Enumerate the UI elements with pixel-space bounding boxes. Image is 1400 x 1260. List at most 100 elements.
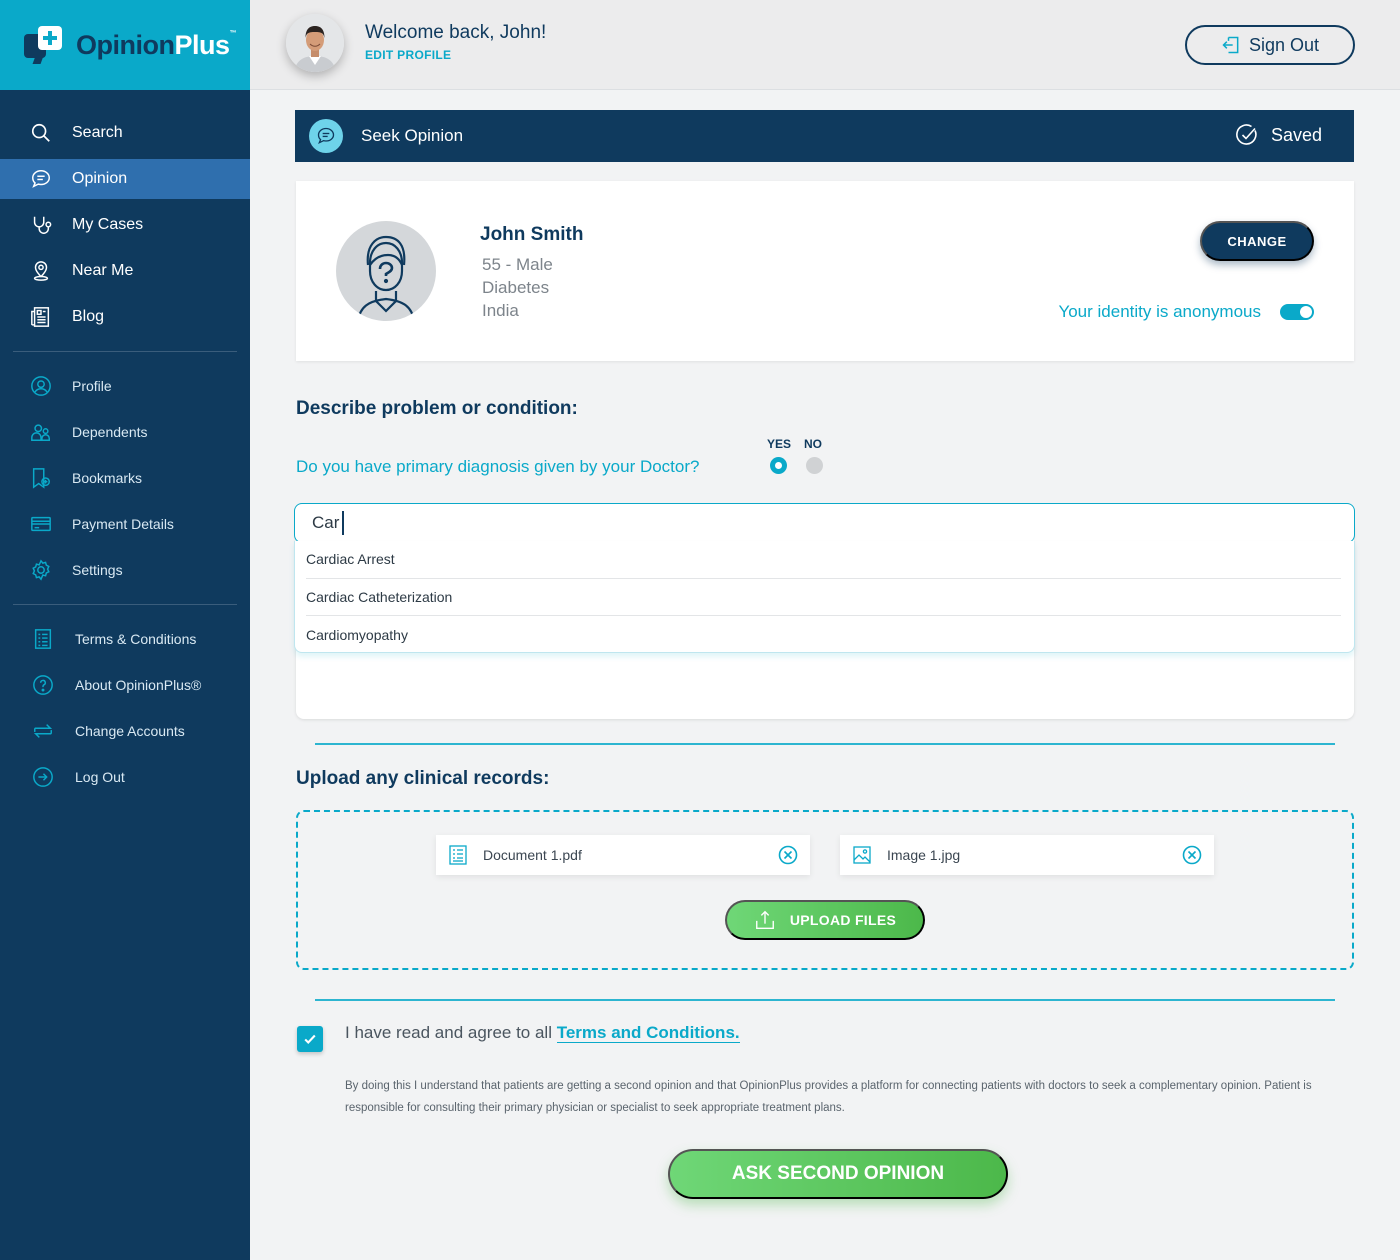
terms-checkbox[interactable] bbox=[297, 1026, 323, 1052]
nav-item-terms[interactable]: Terms & Conditions bbox=[0, 619, 250, 659]
location-pin-icon bbox=[30, 260, 52, 282]
misc-nav: Terms & Conditions About OpinionPlus® Ch… bbox=[0, 619, 250, 797]
nav-item-bookmarks[interactable]: Bookmarks bbox=[0, 458, 250, 498]
logo-text: OpinionPlus™ bbox=[76, 29, 237, 60]
yes-label: YES bbox=[767, 437, 792, 451]
account-nav: Profile Dependents Bookmarks Payment Det… bbox=[0, 366, 250, 590]
upload-section-title: Upload any clinical records: bbox=[296, 768, 550, 789]
nav-label: Search bbox=[72, 124, 123, 141]
sign-out-button[interactable]: Sign Out bbox=[1185, 25, 1355, 65]
swap-icon bbox=[32, 720, 54, 742]
sidebar-divider bbox=[13, 351, 237, 352]
nav-item-profile[interactable]: Profile bbox=[0, 366, 250, 406]
terms-agreement: I have read and agree to all Terms and C… bbox=[345, 1023, 740, 1043]
checkmark-icon bbox=[304, 1034, 316, 1045]
nav-label: Log Out bbox=[75, 769, 125, 785]
anonymous-label: Your identity is anonymous bbox=[1058, 302, 1261, 321]
top-header: Welcome back, John! EDIT PROFILE Sign Ou… bbox=[250, 0, 1400, 90]
search-input-value: Car bbox=[312, 513, 340, 532]
seek-opinion-banner: Seek Opinion Saved bbox=[295, 110, 1354, 162]
nav-item-opinion[interactable]: Opinion bbox=[0, 159, 250, 199]
banner-title: Seek Opinion bbox=[361, 126, 464, 145]
no-label: NO bbox=[804, 437, 822, 451]
sidebar-divider bbox=[13, 604, 237, 605]
check-circle-icon bbox=[1236, 124, 1257, 145]
nav-label: Settings bbox=[72, 562, 123, 578]
saved-label: Saved bbox=[1270, 124, 1322, 145]
remove-file-icon[interactable] bbox=[1182, 845, 1202, 865]
nav-label: Near Me bbox=[72, 262, 134, 279]
welcome-message: Welcome back, John! bbox=[365, 22, 547, 43]
suggestion-item[interactable]: Cardiomyopathy bbox=[306, 616, 1341, 654]
suggestion-dropdown: Cardiac Arrest Cardiac Catheterization C… bbox=[294, 541, 1355, 653]
ask-second-opinion-button[interactable]: ASK SECOND OPINION bbox=[668, 1149, 1008, 1199]
patient-age-gender: 55 - Male bbox=[482, 255, 553, 274]
stethoscope-icon bbox=[30, 214, 52, 236]
file-name: Document 1.pdf bbox=[483, 847, 582, 863]
saved-status: Saved bbox=[1235, 123, 1322, 147]
upload-icon bbox=[755, 910, 774, 929]
patient-card: John Smith 55 - Male Diabetes India CHAN… bbox=[296, 181, 1354, 361]
sign-out-icon bbox=[1222, 36, 1239, 54]
nav-label: Change Accounts bbox=[75, 723, 185, 739]
logout-arrow-icon bbox=[32, 766, 54, 788]
section-divider bbox=[315, 999, 1335, 1001]
nav-item-near-me[interactable]: Near Me bbox=[0, 251, 250, 291]
document-list-icon bbox=[32, 628, 54, 650]
edit-profile-link[interactable]: EDIT PROFILE bbox=[365, 48, 451, 62]
suggestion-item[interactable]: Cardiac Arrest bbox=[306, 541, 1341, 579]
nav-item-blog[interactable]: Blog bbox=[0, 297, 250, 337]
section-divider bbox=[315, 743, 1335, 745]
bookmark-icon bbox=[30, 467, 52, 489]
nav-label: Profile bbox=[72, 378, 112, 394]
credit-card-icon bbox=[30, 513, 52, 535]
nav-item-payment-details[interactable]: Payment Details bbox=[0, 504, 250, 544]
nav-label: Bookmarks bbox=[72, 470, 143, 486]
nav-item-about[interactable]: About OpinionPlus® bbox=[0, 665, 250, 705]
main-nav: Search Opinion My Cases Near Me Blog bbox=[0, 90, 250, 337]
sign-out-label: Sign Out bbox=[1248, 34, 1320, 55]
describe-section-title: Describe problem or condition: bbox=[296, 398, 578, 419]
nav-item-search[interactable]: Search bbox=[0, 113, 250, 153]
patient-name: John Smith bbox=[480, 224, 584, 245]
nav-label: Payment Details bbox=[72, 516, 174, 532]
remove-file-icon[interactable] bbox=[778, 845, 798, 865]
nav-item-settings[interactable]: Settings bbox=[0, 550, 250, 590]
disclaimer-text: By doing this I understand that patients… bbox=[345, 1080, 1312, 1114]
avatar[interactable] bbox=[286, 14, 344, 72]
suggestion-item[interactable]: Cardiac Catheterization bbox=[306, 579, 1341, 616]
upload-files-label: UPLOAD FILES bbox=[789, 912, 897, 928]
logo-mark-icon bbox=[24, 26, 64, 64]
nav-item-log-out[interactable]: Log Out bbox=[0, 757, 250, 797]
logo[interactable]: OpinionPlus™ bbox=[0, 0, 250, 90]
anonymous-toggle[interactable] bbox=[1280, 304, 1314, 320]
image-icon bbox=[853, 846, 871, 864]
nav-item-change-accounts[interactable]: Change Accounts bbox=[0, 711, 250, 751]
nav-label: About OpinionPlus® bbox=[75, 677, 202, 693]
nav-label: Dependents bbox=[72, 424, 148, 440]
file-chip: Document 1.pdf bbox=[436, 835, 810, 875]
chat-bubble-icon bbox=[309, 119, 343, 153]
nav-item-my-cases[interactable]: My Cases bbox=[0, 205, 250, 245]
nav-label: Blog bbox=[72, 308, 105, 325]
profile-icon bbox=[30, 375, 52, 397]
chat-icon bbox=[30, 168, 52, 190]
upload-files-button[interactable]: UPLOAD FILES bbox=[725, 900, 925, 940]
nav-label: My Cases bbox=[72, 216, 144, 233]
sidebar: OpinionPlus™ Search Opinion My Cases Nea… bbox=[0, 0, 250, 1260]
file-name: Image 1.jpg bbox=[887, 847, 961, 863]
diagnosis-search-input[interactable]: Car bbox=[294, 503, 1355, 543]
diagnosis-yes-radio[interactable] bbox=[770, 457, 787, 474]
nav-item-dependents[interactable]: Dependents bbox=[0, 412, 250, 452]
nav-label: Terms & Conditions bbox=[75, 631, 197, 647]
diagnosis-no-radio[interactable] bbox=[806, 457, 823, 474]
search-icon bbox=[30, 122, 52, 144]
upload-dropzone[interactable] bbox=[296, 810, 1354, 970]
text-caret bbox=[342, 511, 345, 535]
terms-link[interactable]: Terms and Conditions. bbox=[556, 1023, 740, 1043]
patient-condition: Diabetes bbox=[482, 278, 550, 297]
patient-country: India bbox=[482, 301, 519, 320]
agree-text: I have read and agree to all bbox=[345, 1023, 557, 1042]
question-circle-icon bbox=[32, 674, 54, 696]
change-patient-button[interactable]: CHANGE bbox=[1200, 221, 1314, 261]
